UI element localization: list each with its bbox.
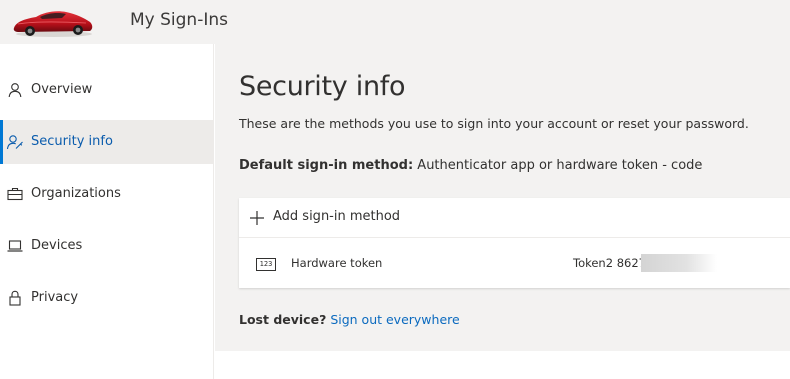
methods-card: Add sign-in method 123 Hardware token To…	[239, 198, 790, 288]
sidebar-item-organizations[interactable]: Organizations	[0, 172, 214, 216]
method-row-hardware-token: 123 Hardware token Token2 8627	[239, 239, 790, 288]
sidebar-item-privacy[interactable]: Privacy	[0, 276, 214, 320]
person-key-icon	[6, 133, 24, 151]
sidebar-item-label: Security info	[31, 134, 113, 149]
add-sign-in-method-label: Add sign-in method	[273, 209, 401, 224]
sidebar-item-devices[interactable]: Devices	[0, 224, 214, 268]
default-method-value: Authenticator app or hardware token - co…	[417, 158, 703, 173]
plus-icon	[249, 210, 265, 226]
laptop-icon	[6, 237, 24, 255]
footer-area	[215, 351, 790, 379]
sidebar-nav: Overview Security info Organizations Dev…	[0, 44, 214, 379]
page-subtitle: These are the methods you use to sign in…	[239, 116, 749, 131]
method-detail: Token2 8627	[573, 256, 646, 270]
lock-icon	[6, 289, 24, 307]
hardware-token-icon: 123	[256, 258, 276, 271]
briefcase-icon	[6, 185, 24, 203]
lost-device-row: Lost device? Sign out everywhere	[239, 312, 460, 327]
sidebar-item-label: Privacy	[31, 290, 79, 305]
add-sign-in-method-button[interactable]: Add sign-in method	[239, 198, 790, 238]
person-icon	[6, 81, 24, 99]
method-name: Hardware token	[291, 256, 383, 270]
main-content: Security info These are the methods you …	[215, 44, 790, 351]
redacted-serial	[641, 254, 717, 272]
app-title[interactable]: My Sign-Ins	[130, 10, 228, 30]
lost-device-label: Lost device?	[239, 312, 327, 327]
default-sign-in-method: Default sign-in method: Authenticator ap…	[239, 158, 702, 173]
car-logo-icon[interactable]	[10, 2, 96, 40]
sidebar-item-label: Organizations	[31, 186, 121, 201]
page-title: Security info	[239, 71, 406, 102]
sign-out-everywhere-link[interactable]: Sign out everywhere	[330, 312, 459, 327]
sidebar-item-label: Devices	[31, 238, 83, 253]
default-method-label: Default sign-in method:	[239, 158, 414, 173]
sidebar-item-security-info[interactable]: Security info	[0, 120, 214, 164]
sidebar-item-label: Overview	[31, 82, 93, 97]
sidebar-item-overview[interactable]: Overview	[0, 68, 214, 112]
top-header: My Sign-Ins	[0, 0, 790, 44]
